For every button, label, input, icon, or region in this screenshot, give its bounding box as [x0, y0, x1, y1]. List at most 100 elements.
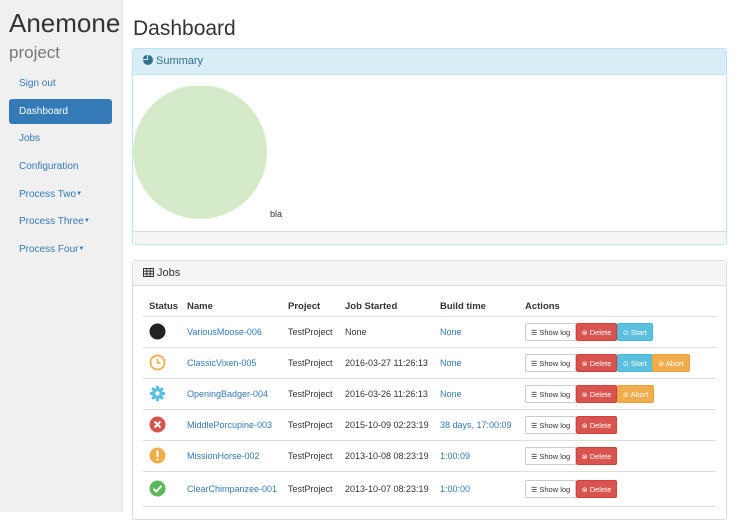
show-log-button[interactable]: ☰ Show log: [525, 416, 577, 434]
name-cell: OpeningBadger-004: [181, 378, 282, 410]
start-button[interactable]: ⊙ Start: [616, 354, 653, 372]
table-row: ClearChimpanzee-001 TestProject 2013-10-…: [143, 471, 716, 507]
nav-jobs[interactable]: Jobs: [9, 126, 112, 151]
abort-button[interactable]: ⊘ Abort: [652, 354, 690, 372]
started-cell: None: [339, 316, 434, 348]
button-label: Abort: [665, 359, 684, 368]
button-label: Delete: [589, 452, 612, 461]
table-row: MissionHorse-002 TestProject 2013-10-08 …: [143, 440, 716, 472]
build-time-link[interactable]: None: [440, 358, 462, 368]
abort-button[interactable]: ⊘ Abort: [616, 385, 655, 403]
jobs-table: Status Name Project Job Started Build ti…: [143, 297, 716, 507]
summary-panel-header: Summary: [133, 49, 726, 75]
ban-circle-icon: ⊘: [658, 361, 665, 368]
job-name-link[interactable]: ClassicVixen-005: [187, 358, 256, 368]
build-time-cell: 1:00:09: [434, 440, 519, 472]
remove-circle-icon: ⊗: [581, 454, 588, 461]
job-name-link[interactable]: ClearChimpanzee-001: [187, 484, 277, 494]
name-cell: VariousMoose-006: [181, 316, 282, 348]
table-icon: [143, 268, 154, 277]
nav-configuration[interactable]: Configuration: [9, 154, 112, 179]
nav-label: Process Two: [19, 188, 77, 200]
ban-circle-icon: ⊘: [622, 392, 629, 399]
sidebar: Anemone project Sign out Dashboard Jobs …: [0, 0, 123, 512]
col-name: Name: [181, 297, 282, 317]
play-circle-icon: ⊙: [622, 330, 629, 337]
list-icon: ☰: [531, 454, 538, 461]
remove-circle-icon: ⊗: [581, 423, 588, 430]
summary-pie-chart: [133, 86, 267, 219]
remove-circle-icon: ⊗: [581, 487, 588, 494]
started-cell: 2013-10-08 08:23:19: [339, 440, 434, 472]
status-cell: [143, 378, 181, 410]
build-time-link[interactable]: None: [440, 389, 462, 399]
show-log-button[interactable]: ☰ Show log: [525, 447, 577, 465]
button-label: Delete: [589, 359, 612, 368]
nav-label: Sign out: [19, 78, 56, 89]
status-cell: [143, 440, 181, 472]
table-row: OpeningBadger-004 TestProject 2016-03-26…: [143, 378, 716, 410]
started-cell: 2016-03-26 11:26:13: [339, 378, 434, 410]
pie-slice: [133, 86, 267, 219]
button-label: Show log: [539, 328, 571, 337]
build-time-link[interactable]: 1:00:09: [440, 451, 470, 461]
nav-process-four-dropdown[interactable]: Process Four▼: [9, 237, 112, 262]
job-name-link[interactable]: MissionHorse-002: [187, 451, 260, 461]
status-cell: [143, 316, 181, 348]
button-label: Delete: [589, 390, 612, 399]
build-time-link[interactable]: 38 days, 17:00:09: [440, 420, 512, 430]
name-cell: ClearChimpanzee-001: [181, 471, 282, 507]
project-cell: TestProject: [282, 316, 339, 348]
build-time-link[interactable]: None: [440, 327, 462, 337]
delete-button[interactable]: ⊗ Delete: [575, 385, 618, 403]
button-label: Delete: [589, 328, 612, 337]
nav-label: Process Three: [19, 216, 84, 228]
status-cell: [143, 409, 181, 441]
jobs-panel-header: Jobs: [133, 261, 726, 286]
delete-button[interactable]: ⊗ Delete: [575, 323, 618, 341]
delete-button[interactable]: ⊗ Delete: [575, 354, 618, 372]
list-icon: ☰: [531, 361, 538, 368]
nav-label: Dashboard: [19, 105, 68, 117]
nav-dashboard[interactable]: Dashboard: [9, 98, 112, 124]
nav-label: Configuration: [19, 161, 79, 173]
build-time-link[interactable]: 1:00:00: [440, 484, 470, 494]
button-label: Show log: [539, 359, 571, 368]
status-cell: [143, 471, 181, 507]
button-label: Start: [630, 359, 647, 368]
brand-title[interactable]: Anemone: [9, 8, 120, 38]
show-log-button[interactable]: ☰ Show log: [525, 385, 577, 403]
delete-button[interactable]: ⊗ Delete: [575, 480, 618, 498]
delete-button[interactable]: ⊗ Delete: [575, 416, 618, 434]
summary-panel: Summary bla: [132, 48, 727, 245]
actions-cell: ☰ Show log ⊗ Delete: [519, 409, 716, 441]
job-name-link[interactable]: MiddlePorcupine-003: [187, 420, 272, 430]
caret-down-icon: ▼: [83, 218, 90, 225]
project-cell: TestProject: [282, 409, 339, 441]
status-cell: [143, 347, 181, 379]
show-log-button[interactable]: ☰ Show log: [525, 480, 577, 498]
nav-process-two-dropdown[interactable]: Process Two▼: [9, 182, 112, 207]
project-cell: TestProject: [282, 471, 339, 507]
started-cell: 2015-10-09 02:23:19: [339, 409, 434, 441]
actions-cell: ☰ Show log ⊗ Delete: [519, 471, 716, 507]
list-icon: ☰: [531, 423, 538, 430]
jobs-title: Jobs: [157, 267, 181, 279]
nav-process-three-dropdown[interactable]: Process Three▼: [9, 209, 112, 234]
pie-chart-icon: [143, 55, 153, 65]
nav-label: Jobs: [19, 133, 41, 145]
job-name-link[interactable]: VariousMoose-006: [187, 327, 262, 337]
nav-sign-out[interactable]: Sign out: [9, 71, 112, 96]
success-icon: [149, 480, 166, 496]
show-log-button[interactable]: ☰ Show log: [525, 323, 577, 341]
show-log-button[interactable]: ☰ Show log: [525, 354, 577, 372]
caret-down-icon: ▼: [76, 190, 83, 197]
delete-button[interactable]: ⊗ Delete: [575, 447, 618, 465]
col-actions: Actions: [519, 297, 716, 317]
actions-cell: ☰ Show log ⊗ Delete: [519, 440, 716, 472]
project-cell: TestProject: [282, 440, 339, 472]
start-button[interactable]: ⊙ Start: [616, 323, 653, 341]
col-build-time: Build time: [434, 297, 519, 317]
build-time-cell: 1:00:00: [434, 471, 519, 507]
job-name-link[interactable]: OpeningBadger-004: [187, 389, 268, 399]
